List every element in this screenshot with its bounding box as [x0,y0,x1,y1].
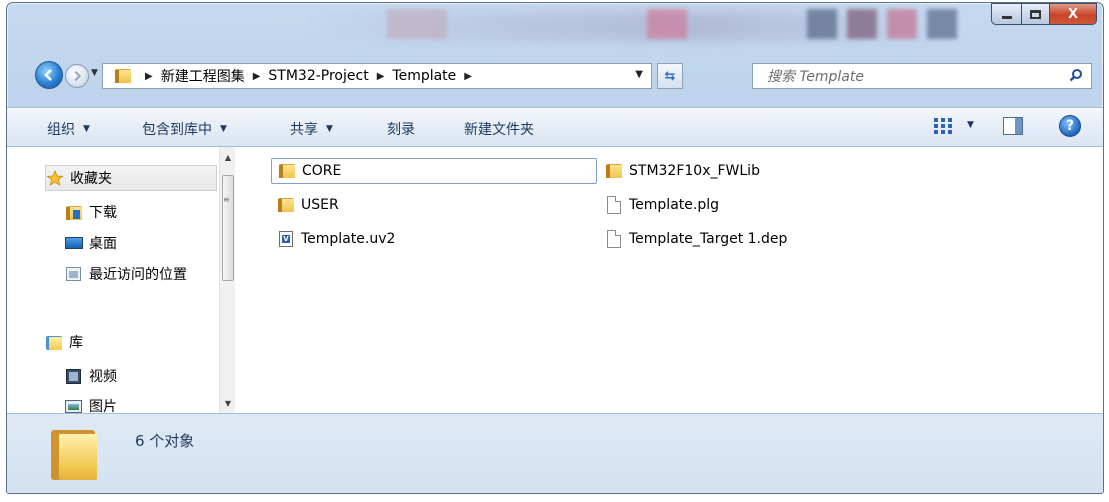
video-icon [65,368,83,384]
chevron-down-icon: ▼ [220,124,227,134]
forward-arrow-icon [74,70,82,82]
folder-large-icon [51,430,97,480]
caption-buttons: X [991,3,1097,25]
folder-icon [115,69,131,83]
file-name: Template.uv2 [301,231,396,247]
star-icon [46,170,64,186]
command-bar: 组织 ▼ 包含到库中 ▼ 共享 ▼ 刻录 新建文件夹 ▼ ? [7,107,1103,147]
breadcrumb-separator-icon[interactable]: ▶ [464,71,472,82]
content-area: 收藏夹 下载 桌面 最近访问的位置 库 视频 图片 ▲ ≡ ▼ CORE USE… [7,147,1103,415]
search-placeholder: 搜索 Template [767,69,864,85]
help-button[interactable]: ? [1059,115,1081,137]
preview-pane-button[interactable] [1003,117,1023,135]
view-options-icon[interactable] [933,117,953,135]
recent-places-icon [65,266,83,282]
recent-pages-dropdown[interactable]: ▼ [91,68,98,78]
file-item-folder[interactable]: CORE [271,158,597,184]
file-name: USER [301,197,339,213]
scrollbar-grip-icon: ≡ [223,195,230,204]
file-name: STM32F10x_FWLib [629,163,760,179]
nav-item-recent-places[interactable]: 最近访问的位置 [65,261,275,287]
folder-icon [277,196,295,214]
maximize-icon [1030,9,1041,19]
close-button[interactable]: X [1049,3,1097,25]
download-folder-icon [65,204,83,220]
explorer-window: X ▼ ▶ 新建工程图集 ▶ STM32-Project ▶ Template … [6,2,1104,494]
burn-button[interactable]: 刻录 [387,119,415,139]
scroll-down-icon[interactable]: ▼ [220,395,236,411]
breadcrumb-separator-icon[interactable]: ▶ [145,71,153,82]
folder-icon [278,162,296,180]
picture-icon [65,398,83,414]
file-item-folder[interactable]: USER [277,192,339,218]
breadcrumb-item[interactable]: STM32-Project [268,68,368,84]
address-bar[interactable]: ▶ 新建工程图集 ▶ STM32-Project ▶ Template ▶ ▼ [102,63,652,89]
chevron-down-icon: ▼ [83,124,90,134]
file-name: Template.plg [629,197,719,213]
file-item-folder[interactable]: STM32F10x_FWLib [605,158,760,184]
search-input[interactable]: 搜索 Template [752,63,1092,89]
refresh-button[interactable]: ⇆ [657,63,683,89]
file-item-uv2[interactable]: V Template.uv2 [277,226,395,252]
nav-item-video[interactable]: 视频 [65,363,275,389]
help-icon: ? [1065,118,1075,134]
folder-icon [605,162,623,180]
back-arrow-icon [44,69,52,81]
chevron-down-icon: ▼ [326,124,333,134]
document-icon [605,196,623,214]
navigation-pane: 收藏夹 下载 桌面 最近访问的位置 库 视频 图片 ▲ ≡ ▼ [7,147,235,415]
document-icon [605,230,623,248]
details-pane: 6 个对象 [7,413,1103,493]
view-dropdown-icon[interactable]: ▼ [967,120,974,130]
address-dropdown-icon[interactable]: ▼ [635,69,643,80]
file-item-file[interactable]: Template.plg [605,192,719,218]
file-name: Template_Target 1.dep [629,231,788,247]
nav-item-favorites[interactable]: 收藏夹 [45,165,217,191]
share-menu[interactable]: 共享 ▼ [290,119,333,139]
address-row: ▼ ▶ 新建工程图集 ▶ STM32-Project ▶ Template ▶ … [7,59,1103,89]
maximize-button[interactable] [1021,3,1049,25]
nav-pane-scrollbar[interactable]: ▲ ≡ ▼ [219,147,235,413]
back-button[interactable] [35,61,63,89]
desktop-icon [65,235,83,251]
organize-menu[interactable]: 组织 ▼ [47,119,90,139]
close-icon: X [1067,6,1079,22]
breadcrumb-separator-icon[interactable]: ▶ [377,71,385,82]
library-icon [45,334,63,350]
new-folder-button[interactable]: 新建文件夹 [464,119,534,139]
file-item-file[interactable]: Template_Target 1.dep [605,226,787,252]
breadcrumb-separator-icon[interactable]: ▶ [253,71,261,82]
nav-item-desktop[interactable]: 桌面 [65,230,275,256]
breadcrumb-item[interactable]: 新建工程图集 [161,66,245,86]
refresh-icon: ⇆ [664,68,676,84]
breadcrumb-item[interactable]: Template [392,68,456,84]
keil-project-icon: V [277,230,295,248]
scrollbar-thumb[interactable] [222,175,234,281]
minimize-button[interactable] [991,3,1021,25]
forward-button[interactable] [65,64,89,88]
file-name: CORE [302,163,342,179]
nav-item-downloads[interactable]: 下载 [65,199,275,225]
item-count-status: 6 个对象 [135,432,195,450]
include-in-library-menu[interactable]: 包含到库中 ▼ [142,119,227,139]
scroll-up-icon[interactable]: ▲ [220,149,236,165]
minimize-icon [1001,15,1012,19]
search-icon[interactable] [1069,68,1083,82]
